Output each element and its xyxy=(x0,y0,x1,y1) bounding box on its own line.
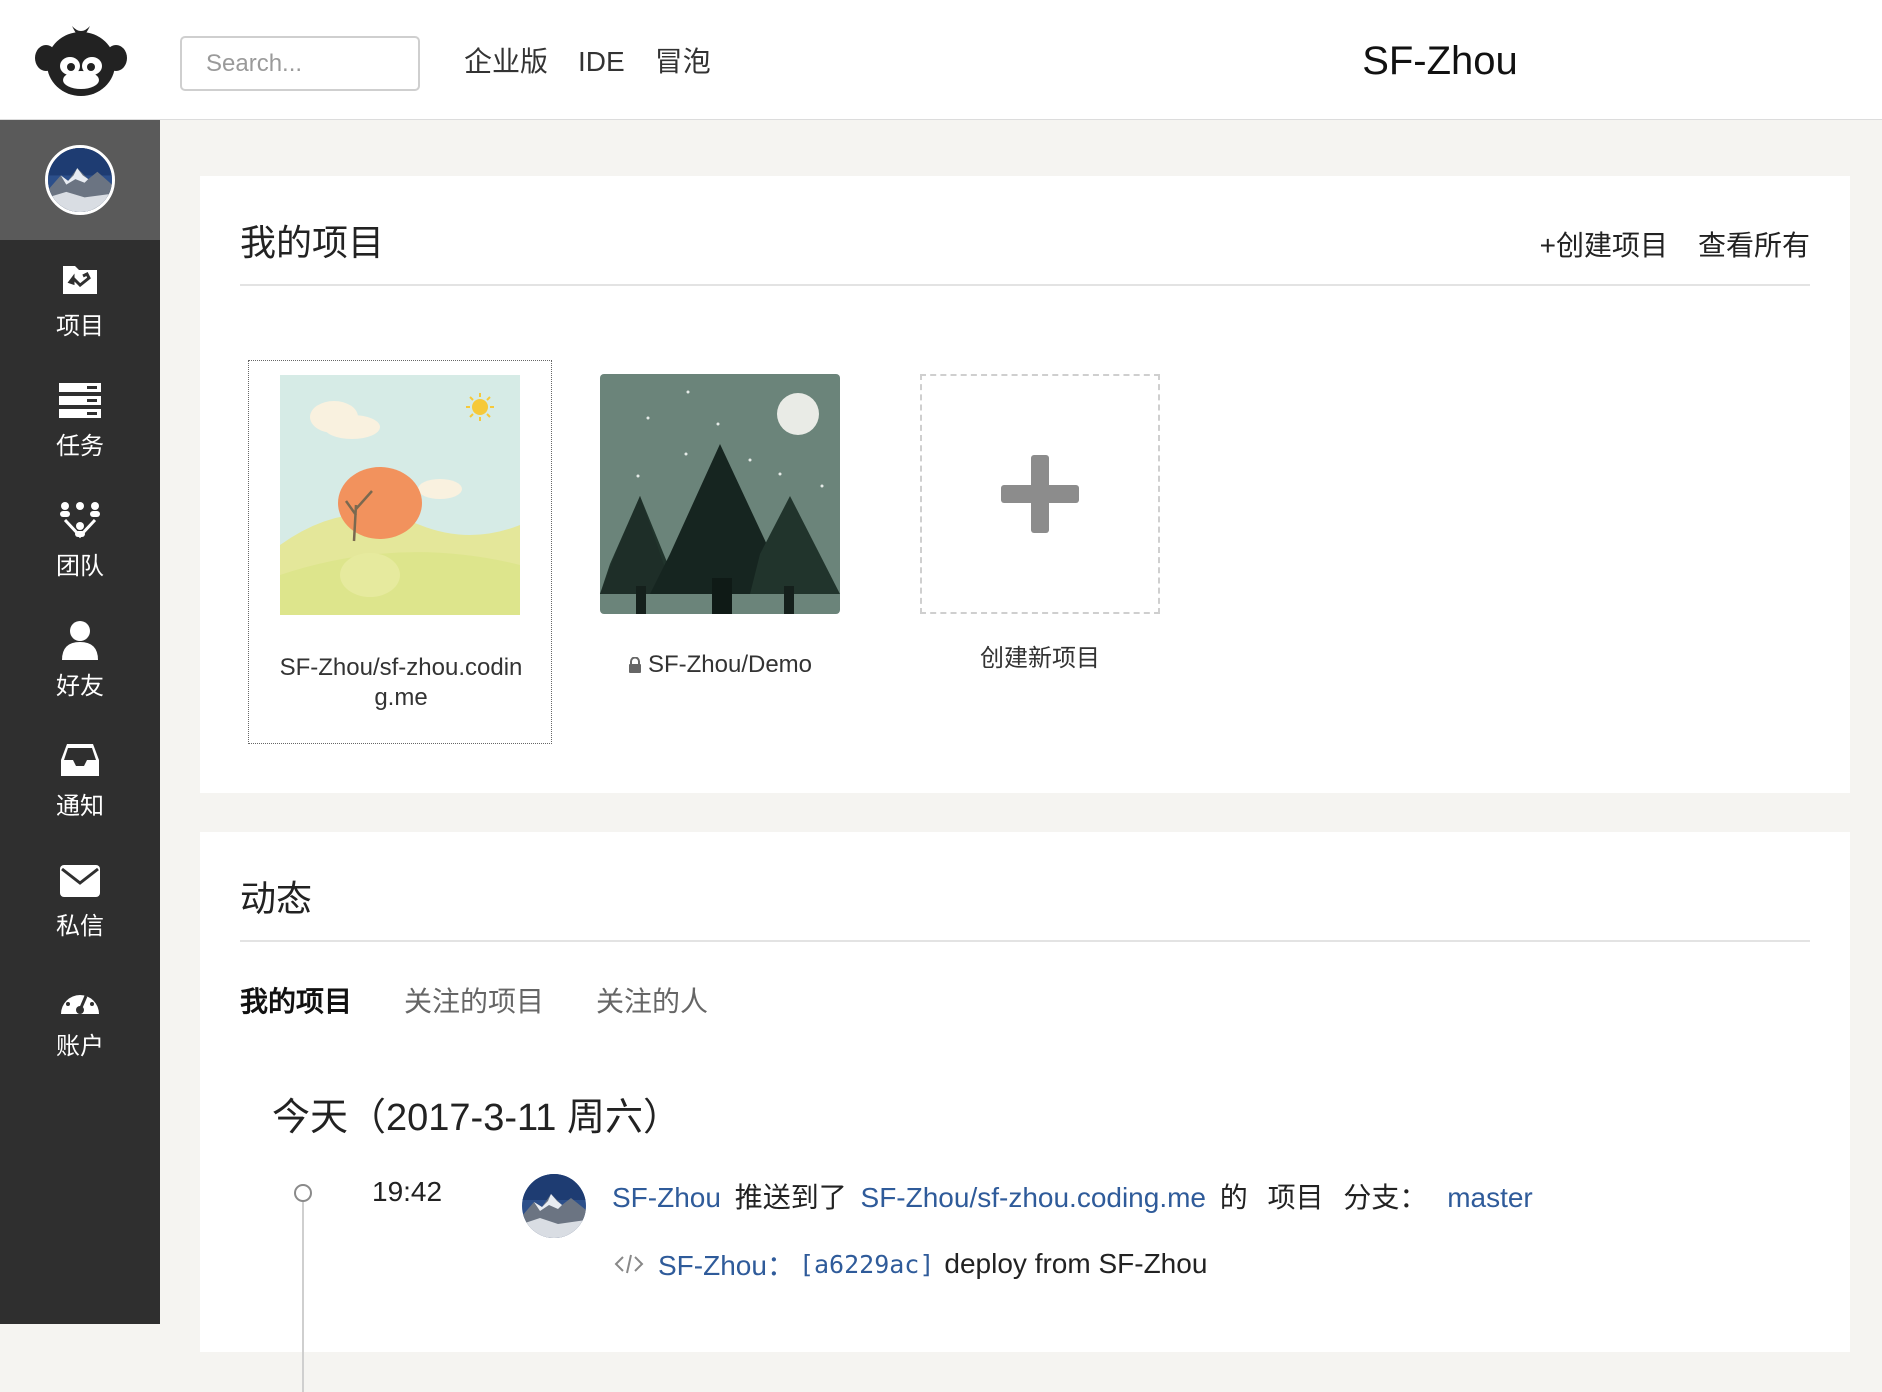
event-summary: SF-Zhou 推送到了 SF-Zhou/sf-zhou.coding.me 的… xyxy=(612,1176,1539,1216)
create-project-link[interactable]: +创建项目 xyxy=(1540,224,1668,264)
tab-followed-projects[interactable]: 关注的项目 xyxy=(404,980,544,1020)
event-verb: 推送到了 xyxy=(734,1182,847,1213)
event-actor-link[interactable]: SF-Zhou xyxy=(612,1182,721,1213)
plus-icon xyxy=(1001,455,1079,533)
sidebar-item-notifications[interactable]: 通知 xyxy=(0,720,160,840)
sidebar-item-label: 账户 xyxy=(56,1032,104,1060)
top-nav: 企业版 IDE 冒泡 xyxy=(464,42,741,82)
card-title: 动态 xyxy=(240,878,313,919)
sidebar-item-label: 私信 xyxy=(56,912,104,940)
inbox-icon xyxy=(61,743,99,776)
activity-tabs: 我的项目 关注的项目 关注的人 xyxy=(240,980,760,1020)
commit-author-link[interactable]: SF-Zhou： xyxy=(658,1244,795,1284)
card-title: 我的项目 xyxy=(240,222,385,263)
sidebar-item-label: 项目 xyxy=(56,312,104,340)
coding-monkey-logo-icon[interactable] xyxy=(34,22,128,98)
commit-line: SF-Zhou： [a6229ac] deploy from SF-Zhou xyxy=(614,1244,1207,1284)
team-icon xyxy=(60,501,100,538)
envelope-icon xyxy=(60,864,100,897)
sidebar-item-friends[interactable]: 好友 xyxy=(0,600,160,720)
project-tile[interactable]: SF-Zhou/Demo xyxy=(600,374,840,694)
project-tile[interactable]: SF-Zhou/sf-zhou.coding.me xyxy=(248,360,552,744)
event-avatar[interactable] xyxy=(522,1174,586,1238)
sidebar-item-tasks[interactable]: 任务 xyxy=(0,360,160,480)
sidebar-item-account[interactable]: 账户 xyxy=(0,960,160,1080)
new-project-box[interactable] xyxy=(920,374,1160,614)
divider xyxy=(240,284,1810,286)
my-projects-card: 我的项目 +创建项目 查看所有 SF-Zhou/sf-zhou.coding.m… xyxy=(200,176,1850,793)
commit-message: deploy from SF-Zhou xyxy=(944,1248,1208,1279)
sidebar-item-team[interactable]: 团队 xyxy=(0,480,160,600)
nav-ide[interactable]: IDE xyxy=(578,42,625,82)
sidebar-item-label: 任务 xyxy=(56,432,104,460)
view-all-link[interactable]: 查看所有 xyxy=(1698,224,1810,264)
username[interactable]: SF-Zhou xyxy=(1350,34,1530,88)
card-actions: +创建项目 查看所有 xyxy=(1510,224,1810,264)
activity-card: 动态 我的项目 关注的项目 关注的人 今天（2017-3-11 周六） 19:4… xyxy=(200,832,1850,1392)
sidebar: 项目 任务 团队 好友 通知 私信 账户 xyxy=(0,120,160,1324)
project-cover-image[interactable] xyxy=(600,374,840,614)
project-name[interactable]: SF-Zhou/sf-zhou.coding.me xyxy=(279,653,523,713)
top-bar: 企业版 IDE 冒泡 SF-Zhou xyxy=(0,0,1882,120)
event-project-link[interactable]: SF-Zhou/sf-zhou.coding.me xyxy=(861,1182,1207,1213)
timeline-dot xyxy=(294,1184,312,1202)
tasks-icon xyxy=(59,382,101,418)
tab-my-projects[interactable]: 我的项目 xyxy=(240,980,352,1020)
nav-bubble[interactable]: 冒泡 xyxy=(655,42,711,82)
code-icon xyxy=(614,1254,644,1274)
event-of: 的 xyxy=(1219,1182,1248,1213)
day-heading: 今天（2017-3-11 周六） xyxy=(272,1097,681,1139)
event-branch-word: 分支： xyxy=(1343,1182,1428,1213)
new-project-label[interactable]: 创建新项目 xyxy=(920,644,1160,674)
sidebar-avatar-area[interactable] xyxy=(0,120,160,240)
event-time: 19:42 xyxy=(372,1176,443,1207)
tab-followed-people[interactable]: 关注的人 xyxy=(596,980,708,1020)
lock-icon xyxy=(628,657,641,673)
user-avatar[interactable] xyxy=(45,145,115,215)
search-input[interactable] xyxy=(180,36,420,91)
sidebar-item-projects[interactable]: 项目 xyxy=(0,240,160,360)
project-cover-image[interactable] xyxy=(280,375,520,615)
sidebar-item-messages[interactable]: 私信 xyxy=(0,840,160,960)
nav-enterprise[interactable]: 企业版 xyxy=(464,42,548,82)
user-icon xyxy=(62,620,98,660)
divider xyxy=(240,940,1810,942)
timeline-line xyxy=(302,1192,304,1392)
project-name[interactable]: SF-Zhou/Demo xyxy=(570,650,870,680)
dashboard-icon xyxy=(61,987,99,1014)
project-name-text: SF-Zhou/Demo xyxy=(647,651,813,678)
sidebar-item-label: 团队 xyxy=(56,552,104,580)
folder-icon xyxy=(63,265,97,294)
commit-hash-link[interactable]: [a6229ac] xyxy=(799,1250,934,1279)
sidebar-item-label: 通知 xyxy=(56,792,104,820)
event-project-word: 项目 xyxy=(1267,1182,1324,1213)
event-branch-link[interactable]: master xyxy=(1447,1182,1533,1213)
sidebar-item-label: 好友 xyxy=(56,672,104,700)
new-project-tile[interactable]: 创建新项目 xyxy=(920,374,1160,694)
